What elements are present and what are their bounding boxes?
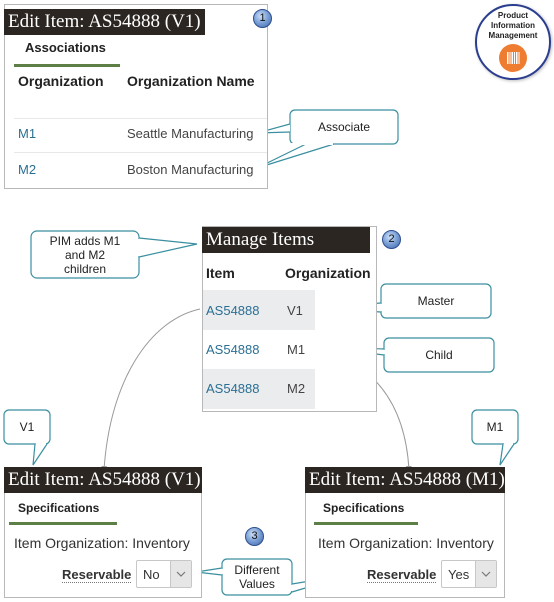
item-organization-text: Item Organization: Inventory — [318, 535, 494, 551]
reservable-label: Reservable — [62, 567, 132, 583]
item-link[interactable]: AS54888 — [206, 303, 260, 318]
tab-underline — [314, 522, 418, 525]
edit-item-m1-panel: Edit Item: AS54888 (M1) Specifications I… — [305, 467, 505, 598]
org-name: Boston Manufacturing — [127, 162, 254, 177]
m1-callout: M1 — [486, 420, 504, 434]
reservable-select[interactable]: No — [136, 560, 192, 588]
step-badge-2: 2 — [382, 230, 401, 249]
pim-logo-text-1: Product — [497, 11, 529, 20]
associate-callout: Associate — [317, 120, 371, 134]
barcode-icon — [499, 44, 527, 72]
m1-callout-shape — [471, 409, 519, 466]
panel-title: Edit Item: AS54888 (V1) — [4, 467, 202, 493]
edit-item-associations-panel: Edit Item: AS54888 (V1) Associations Org… — [4, 4, 268, 189]
barcode-glyph — [507, 52, 520, 64]
step-badge-1: 1 — [253, 9, 272, 28]
tab-underline — [9, 522, 117, 525]
reservable-select[interactable]: Yes — [441, 560, 497, 588]
chevron-down-icon[interactable] — [170, 561, 191, 587]
chevron-down-icon[interactable] — [475, 561, 496, 587]
panel-title: Manage Items — [202, 227, 370, 253]
step-badge-3: 3 — [245, 527, 264, 546]
different-values-callout: Different Values — [234, 563, 280, 591]
item-org: M1 — [287, 342, 306, 357]
column-header-organization: Organization — [18, 73, 104, 89]
tab-specifications[interactable]: Specifications — [18, 501, 99, 515]
item-org: M2 — [287, 381, 306, 396]
arrow-to-v1-edit — [101, 308, 201, 473]
org-name: Seattle Manufacturing — [127, 126, 254, 141]
column-header-organization-name: Organization Name — [127, 73, 255, 89]
tab-associations[interactable]: Associations — [25, 40, 106, 55]
panel-title: Edit Item: AS54888 (V1) — [4, 9, 205, 35]
item-link[interactable]: AS54888 — [206, 342, 260, 357]
panel-title: Edit Item: AS54888 (M1) — [305, 467, 505, 493]
tab-underline — [14, 64, 120, 67]
tab-specifications[interactable]: Specifications — [323, 501, 404, 515]
pim-adds-callout: PIM adds M1 and M2 children — [49, 234, 121, 276]
select-value: Yes — [448, 567, 470, 582]
child-callout: Child — [425, 348, 453, 362]
pim-logo: Product Information Management — [475, 4, 551, 80]
v1-callout: V1 — [19, 420, 35, 434]
item-organization-text: Item Organization: Inventory — [14, 535, 190, 551]
select-value: No — [143, 567, 160, 582]
v1-callout-shape — [3, 409, 51, 466]
associate-callout-shape — [256, 109, 399, 169]
pim-logo-text-3: Management — [488, 31, 538, 40]
manage-items-panel: Manage Items Item Organization AS54888 V… — [202, 226, 377, 412]
org-link[interactable]: M1 — [18, 126, 36, 141]
item-org: V1 — [287, 303, 303, 318]
column-header-item: Item — [206, 265, 235, 281]
reservable-label: Reservable — [367, 567, 437, 583]
edit-item-v1-panel: Edit Item: AS54888 (V1) Specifications I… — [4, 467, 202, 598]
column-header-organization: Organization — [285, 265, 371, 281]
org-link[interactable]: M2 — [18, 162, 36, 177]
pim-logo-text-2: Information — [491, 21, 535, 30]
master-callout: Master — [417, 294, 455, 308]
item-link[interactable]: AS54888 — [206, 381, 260, 396]
